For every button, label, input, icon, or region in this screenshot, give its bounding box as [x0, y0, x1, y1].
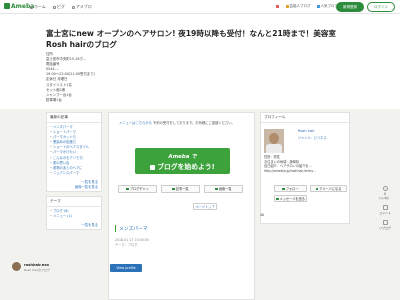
blog-actions: ブログチャン 記事一覧 画像一覧	[118, 185, 243, 193]
profile-photo-body	[266, 144, 282, 153]
profile-genre[interactable]: ジャンル：ビジネス	[298, 135, 327, 140]
home-icon	[126, 187, 129, 191]
see-all-link[interactable]: 一覧を見る	[50, 176, 98, 184]
profile-photo[interactable]	[264, 129, 284, 153]
home-icon	[30, 5, 33, 9]
nav-ameblo[interactable]: アメブロ	[71, 4, 92, 10]
crown-icon	[316, 4, 320, 8]
star-icon	[285, 4, 289, 8]
nav-pigg[interactable]: ピグ	[52, 4, 65, 10]
avatar[interactable]	[12, 262, 21, 271]
register-button[interactable]: 新規登録	[336, 2, 364, 12]
left-sidebar: 最新の記事 メンズパーマ ショートパーマ パーマカットも 黒染めの色落ち ショー…	[46, 112, 102, 234]
message-label: メッセージを送る	[279, 197, 305, 201]
image-list-label: 画像一覧	[218, 187, 232, 191]
author-name[interactable]: roshhair.exo	[24, 263, 49, 267]
image-list-button[interactable]: 画像一覧	[204, 185, 243, 193]
profile-info: 性別：男性 お住まいの地域：静岡県 自己紹介：ヘアサロンの紹介を... http…	[264, 155, 316, 173]
ameba-logo-icon	[4, 3, 10, 9]
banner-line2-text: ブログを始めよう!	[157, 163, 215, 171]
latest-posts-header: 最新の記事	[47, 113, 101, 123]
post-theme[interactable]: テーマ：ブログ	[115, 243, 250, 248]
start-blog-banner[interactable]: Ameba で ブログを始めよう!	[135, 148, 230, 174]
main-nav: ホーム ピグ アメブロ	[30, 4, 92, 10]
nav-celebrity-blog[interactable]: 芸能人ブログ	[285, 4, 311, 9]
blog-top-label: ブログチャン	[129, 187, 149, 191]
banner-line1: Ameba で	[168, 154, 197, 160]
author-blog-name: Rosh hairのブログ	[24, 268, 51, 272]
banner-line2: ブログを始めよう!	[135, 161, 230, 171]
ameba-member-label: アメーバになる	[319, 187, 342, 191]
nav-home[interactable]: ホーム	[30, 4, 46, 10]
blog-description: 住所 富士宮市中央町15-16グ... 電話番号 0544-... 19:00〜…	[46, 52, 95, 103]
notice-body: 予約の受付をしております。お気軽にご連絡ください。	[151, 121, 235, 125]
reblog-icon	[382, 220, 388, 225]
profile-box: プロフィール Rosh hair ジャンル：ビジネス 性別：男性 お住まいの地域…	[260, 112, 350, 224]
top-navigation-bar: Ameba ホーム ピグ アメブロ 芸能人ブログ 人気ブログ 新規登録 ログイン	[0, 0, 400, 14]
ameba-icon	[315, 187, 319, 191]
message-button[interactable]: メッセージを送る	[274, 195, 307, 202]
nav-gift[interactable]	[275, 4, 280, 9]
blog-title[interactable]: 富士宮にnew オープンのヘアサロン! 夜19時以降も受付！なんと21時まで！美…	[46, 28, 356, 50]
theme-header: テーマ	[47, 197, 101, 207]
celebrity-blog-label: 芸能人ブログ	[289, 4, 311, 8]
profile-name[interactable]: Rosh hair	[298, 129, 315, 133]
like-action[interactable]: 0 いいね！	[376, 186, 394, 200]
view-profile-button[interactable]: View profile	[110, 264, 142, 272]
comment-label: コメント	[378, 211, 391, 215]
nav-popular-blog[interactable]: 人気ブログ	[316, 4, 338, 9]
profile-info-line[interactable]: http://ameblo.jp/roshhair/entry...	[264, 169, 316, 174]
reblog-label: リブログ	[378, 226, 391, 230]
post-title[interactable]: メンズパーマ	[115, 225, 250, 232]
follow-icon	[282, 187, 285, 191]
image-icon	[215, 187, 218, 191]
blog-top-button[interactable]: ブログチャン	[118, 185, 157, 193]
gift-icon	[275, 4, 279, 8]
image-list-link[interactable]: 画像一覧を見る	[50, 184, 98, 189]
nav-home-label: ホーム	[34, 4, 46, 9]
article-list-label: 記事一覧	[175, 187, 189, 191]
notice-text: メニューはこちらから 予約の受付をしております。お気軽にご連絡ください。	[119, 121, 247, 127]
blog-icon	[71, 5, 75, 9]
pen-icon	[150, 164, 156, 170]
mail-icon	[276, 197, 279, 201]
like-icon	[382, 186, 388, 191]
like-label: いいね！	[378, 196, 391, 200]
profile-extra: 40	[260, 213, 265, 217]
comment-icon	[382, 205, 388, 210]
latest-posts-box: 最新の記事 メンズパーマ ショートパーマ パーマカットも 黒染めの色落ち ショー…	[46, 112, 102, 192]
profile-photo-face	[269, 133, 279, 144]
profile-header: プロフィール	[261, 113, 349, 123]
theme-see-all-link[interactable]: 一覧を見る	[50, 219, 98, 227]
floating-actions: 0 いいね！ コメント リブログ	[376, 186, 394, 235]
pigg-icon	[52, 5, 56, 9]
nav-pigg-label: ピグ	[56, 4, 65, 9]
theme-box: テーマ ブログ (8) メニュー (1) 一覧を見る	[46, 195, 102, 231]
reblog-action[interactable]: リブログ	[376, 220, 394, 230]
right-nav: 芸能人ブログ 人気ブログ	[275, 4, 338, 9]
article-list-button[interactable]: 記事一覧	[161, 185, 200, 193]
follow-button[interactable]: フォロー	[274, 185, 307, 192]
ameba-member-button[interactable]: アメーバになる	[310, 185, 347, 192]
follow-label: フォロー	[285, 187, 299, 191]
comment-action[interactable]: コメント	[376, 205, 394, 215]
desc-line: 駐車場1台	[46, 97, 62, 102]
login-button[interactable]: ログイン	[367, 2, 395, 12]
post: メンズパーマ 2018-01-17 10:00:00 テーマ：ブログ	[115, 225, 250, 247]
list-icon	[172, 187, 175, 191]
page-top-button[interactable]: ページトップ	[193, 203, 217, 210]
nav-ameblo-label: アメブロ	[75, 4, 92, 9]
menu-link[interactable]: メニューはこちらから	[119, 121, 152, 125]
